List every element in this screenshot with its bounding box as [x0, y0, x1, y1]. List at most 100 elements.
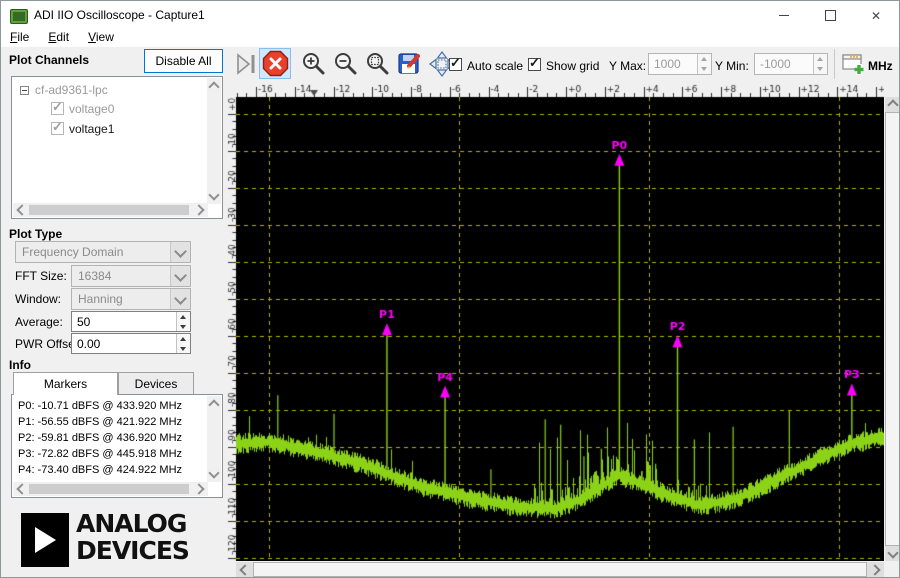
minimize-icon [779, 15, 789, 16]
y-min-spinbox[interactable] [754, 53, 828, 75]
checkmark-icon: ✓ [52, 119, 63, 134]
pwr-offset-input[interactable] [72, 334, 176, 353]
pwr-offset-spinbox[interactable] [71, 333, 191, 354]
play-to-end-icon [237, 53, 255, 75]
plot-hscrollbar[interactable] [236, 562, 884, 577]
tree-vscrollbar[interactable] [207, 78, 221, 204]
capture-play-button[interactable] [234, 51, 260, 77]
spin-arrows[interactable] [697, 54, 711, 74]
zoom-in-button[interactable] [301, 51, 327, 77]
channel-tree: cf-ad9361-lpc ✓ voltage0 ✓ voltage1 [11, 76, 223, 219]
tab-markers[interactable]: Markers [13, 372, 118, 395]
auto-scale-label[interactable]: Auto scale [467, 59, 523, 73]
fft-size-value: 16384 [78, 269, 112, 283]
average-input[interactable] [72, 312, 176, 331]
spin-up-icon[interactable] [177, 334, 190, 344]
marker-row-P1[interactable]: P1: -56.55 dBFS @ 421.922 MHz [13, 414, 206, 430]
scroll-left-icon[interactable] [16, 204, 28, 216]
y-min-input[interactable] [755, 54, 813, 73]
spin-up-icon[interactable] [698, 54, 711, 64]
close-button[interactable]: ✕ [853, 1, 899, 30]
minimize-button[interactable] [761, 1, 807, 30]
spin-down-icon[interactable] [814, 64, 827, 74]
tree-expander-icon[interactable] [20, 86, 29, 95]
scroll-up-icon[interactable] [208, 81, 220, 93]
spin-down-icon[interactable] [177, 343, 190, 353]
checkmark-icon: ✓ [450, 55, 461, 70]
device-label[interactable]: cf-ad9361-lpc [35, 82, 108, 98]
markers-vscrollbar[interactable] [207, 396, 221, 482]
marker-row-P2[interactable]: P2: -59.81 dBFS @ 436.920 MHz [13, 430, 206, 446]
titlebar: ADI IIO Oscilloscope - Capture1 ✕ [1, 1, 899, 30]
channel-label-voltage1[interactable]: voltage1 [69, 121, 114, 137]
auto-scale-checkbox[interactable]: ✓ [449, 55, 462, 71]
checkmark-icon: ✓ [52, 99, 63, 114]
show-grid-checkbox[interactable]: ✓ [528, 55, 541, 71]
fft-size-label: FFT Size: [15, 269, 67, 283]
scroll-right-icon[interactable] [193, 204, 205, 216]
fft-size-combo[interactable]: 16384 [71, 265, 191, 287]
save-icon [398, 53, 420, 74]
stop-icon [262, 50, 288, 77]
logo-text-line1: ANALOG [76, 509, 187, 538]
stop-capture-button[interactable] [259, 48, 291, 79]
y-max-label: Y Max: [609, 59, 647, 73]
plot-type-combo[interactable]: Frequency Domain [15, 241, 191, 263]
chevron-down-icon [174, 269, 187, 282]
scroll-left-icon[interactable] [239, 564, 251, 576]
spin-up-icon[interactable] [814, 54, 827, 64]
channel-label-voltage0[interactable]: voltage0 [69, 101, 114, 117]
spin-up-icon[interactable] [177, 312, 190, 322]
toolbar-separator [834, 49, 835, 79]
logo-text-line2: DEVICES [76, 536, 190, 565]
scroll-down-icon[interactable] [887, 547, 899, 559]
tab-devices[interactable]: Devices [118, 372, 194, 395]
window-title: ADI IIO Oscilloscope - Capture1 [34, 8, 205, 22]
new-plot-button[interactable] [841, 51, 867, 77]
marker-row-P4[interactable]: P4: -73.40 dBFS @ 424.922 MHz [13, 462, 206, 478]
tree-hscrollbar[interactable] [13, 203, 208, 217]
window-combo[interactable]: Hanning [71, 288, 191, 310]
menu-edit[interactable]: Edit [48, 30, 78, 47]
window-label: Window: [15, 292, 62, 306]
maximize-button[interactable] [807, 1, 853, 30]
spin-arrows[interactable] [176, 312, 190, 331]
spin-down-icon[interactable] [698, 64, 711, 74]
plot-vscroll-thumb[interactable] [885, 112, 899, 546]
average-spinbox[interactable] [71, 311, 191, 332]
spin-arrows[interactable] [813, 54, 827, 74]
save-button[interactable] [397, 51, 423, 77]
markers-hscroll-thumb[interactable] [29, 484, 189, 494]
scroll-down-icon[interactable] [208, 467, 220, 479]
new-plot-window-icon [842, 54, 864, 75]
markers-hscrollbar[interactable] [13, 482, 208, 496]
y-min-label: Y Min: [715, 59, 749, 73]
zoom-fit-button[interactable] [365, 51, 391, 77]
spin-down-icon[interactable] [177, 321, 190, 331]
spectrum-plot-canvas[interactable] [227, 83, 884, 561]
checkmark-icon: ✓ [529, 55, 540, 70]
scroll-right-icon[interactable] [193, 483, 205, 495]
plot-vscrollbar[interactable] [885, 97, 899, 561]
disable-all-button[interactable]: Disable All [144, 49, 223, 73]
scroll-right-icon[interactable] [869, 564, 881, 576]
zoom-out-button[interactable] [333, 51, 359, 77]
marker-row-P0[interactable]: P0: -10.71 dBFS @ 433.920 MHz [13, 398, 206, 414]
channel-checkbox-voltage0[interactable]: ✓ [51, 99, 64, 115]
plot-hscroll-thumb[interactable] [253, 562, 867, 577]
scroll-up-icon[interactable] [887, 99, 899, 111]
marker-row-P3[interactable]: P3: -72.82 dBFS @ 445.918 MHz [13, 446, 206, 462]
menu-view[interactable]: View [88, 30, 123, 47]
scroll-down-icon[interactable] [208, 189, 220, 201]
menu-file[interactable]: File [10, 30, 38, 47]
scroll-left-icon[interactable] [16, 483, 28, 495]
channel-checkbox-voltage1[interactable]: ✓ [51, 119, 64, 135]
show-grid-label[interactable]: Show grid [546, 59, 599, 73]
y-max-input[interactable] [649, 54, 697, 73]
spin-arrows[interactable] [176, 334, 190, 353]
tree-hscroll-thumb[interactable] [29, 205, 189, 215]
app-icon [10, 9, 28, 24]
window-value: Hanning [78, 292, 123, 306]
y-max-spinbox[interactable] [648, 53, 712, 75]
scroll-up-icon[interactable] [208, 399, 220, 411]
